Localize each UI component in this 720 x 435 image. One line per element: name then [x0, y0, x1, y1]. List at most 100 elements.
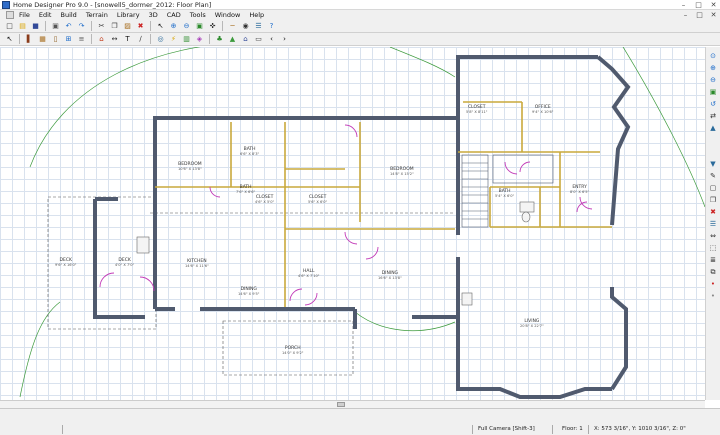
room-label-bath[interactable]: BATH 5'4" X 6'0" [495, 189, 514, 199]
room-label-closet[interactable]: CLOSET 5'6" X 6'0" [308, 195, 327, 205]
room-label-office[interactable]: OFFICE 9'4" X 10'6" [532, 105, 553, 115]
ruler-icon[interactable]: ─ [227, 21, 238, 31]
zoom-in-icon[interactable]: ⊕ [708, 63, 719, 73]
open-folder-icon[interactable]: ▤ [17, 21, 28, 31]
room-dimensions: 8'0" X 6'5" [570, 190, 590, 194]
menu-help[interactable]: Help [249, 11, 264, 19]
doc-maximize-button[interactable]: □ [695, 10, 704, 20]
menu-edit[interactable]: Edit [39, 11, 52, 19]
redo-icon[interactable]: ↷ [76, 21, 87, 31]
zoom-out-icon[interactable]: ⊖ [708, 75, 719, 85]
undo-icon[interactable]: ↶ [63, 21, 74, 31]
room-label-dining[interactable]: DINING 14'6" X 9'5" [238, 287, 259, 297]
cad-line-icon[interactable]: ∕ [135, 34, 146, 44]
menu-build[interactable]: Build [60, 11, 76, 19]
maximize-button[interactable]: □ [694, 0, 703, 10]
menu-tools[interactable]: Tools [190, 11, 206, 19]
plant-icon[interactable]: ♣ [214, 34, 225, 44]
transform-icon[interactable]: ⬚ [708, 243, 719, 253]
edit-icon[interactable]: ✎ [708, 171, 719, 181]
room-label-bedroom[interactable]: BEDROOM 10'6" X 13'8" [178, 162, 202, 172]
scroll-thumb[interactable] [337, 402, 345, 407]
room-label-bath[interactable]: BATH 7'6" X 6'6" [236, 185, 255, 195]
floor-down-icon[interactable]: ▼ [708, 159, 719, 169]
room-dimensions: 6'6" X 8'3" [240, 152, 260, 156]
minimize-button[interactable]: – [679, 0, 688, 10]
help-icon[interactable]: ? [266, 21, 277, 31]
select-objects-icon[interactable]: ↖ [155, 21, 166, 31]
terrain-icon[interactable]: ▲ [227, 34, 238, 44]
menu-library[interactable]: Library [117, 11, 140, 19]
point-icon[interactable]: • [708, 279, 719, 289]
door-icon[interactable]: ▯ [50, 34, 61, 44]
cabinet-icon[interactable]: ▦ [37, 34, 48, 44]
zoom-icon[interactable]: ⊙ [708, 51, 719, 61]
mirror-icon[interactable]: ⇔ [708, 231, 719, 241]
room-label-living[interactable]: LIVING 20'8" X 22'7" [520, 319, 544, 329]
delete-icon[interactable]: ✖ [135, 21, 146, 31]
library-icon[interactable]: ▥ [181, 34, 192, 44]
room-label-kitchen[interactable]: KITCHEN 14'6" X 11'6" [185, 259, 209, 269]
room-label-bath[interactable]: BATH 6'6" X 8'3" [240, 147, 259, 157]
wall-icon[interactable]: ▌ [24, 34, 35, 44]
doc-minimize-button[interactable]: – [681, 10, 690, 20]
new-file-icon[interactable]: □ [4, 21, 15, 31]
zoom-in-icon[interactable]: ⊕ [168, 21, 179, 31]
align-icon[interactable]: ≣ [708, 255, 719, 265]
stairs-icon[interactable]: ≡ [76, 34, 87, 44]
text-icon[interactable]: T [122, 34, 133, 44]
horizontal-scrollbar[interactable] [0, 400, 705, 408]
fixture-icon[interactable]: ◎ [155, 34, 166, 44]
fill-window-icon[interactable]: ▣ [708, 87, 719, 97]
toolbar-separator [91, 21, 92, 31]
next-button[interactable]: › [279, 34, 290, 44]
layer-icon[interactable]: ☰ [253, 21, 264, 31]
close-button[interactable]: ✕ [709, 0, 718, 10]
floor-plan-canvas[interactable]: BEDROOM 10'6" X 13'8" BATH 6'6" X 8'3" BATH 7… [0, 47, 705, 400]
home-icon[interactable]: ⌂ [240, 34, 251, 44]
select-icon[interactable]: ↖ [4, 34, 15, 44]
room-label-porch[interactable]: PORCH 14'0" X 9'2" [282, 346, 303, 356]
menu-cad[interactable]: CAD [167, 11, 181, 19]
document-icon[interactable] [6, 11, 14, 19]
open-object-icon[interactable]: ▢ [708, 183, 719, 193]
paste-icon[interactable]: ▨ [122, 21, 133, 31]
group-icon[interactable]: ⧉ [708, 267, 719, 277]
floor-up-icon[interactable]: ▲ [708, 123, 719, 133]
electrical-icon[interactable]: ⚡ [168, 34, 179, 44]
room-label-deck[interactable]: DECK 9'6" X 16'0" [55, 258, 76, 268]
pan-icon[interactable]: ✜ [207, 21, 218, 31]
doc-close-button[interactable]: ✕ [709, 10, 718, 20]
material-icon[interactable]: ◈ [194, 34, 205, 44]
delete-icon[interactable]: ✖ [708, 207, 719, 217]
layer-icon[interactable]: ☰ [708, 219, 719, 229]
roof-icon[interactable]: ⌂ [96, 34, 107, 44]
cut-icon[interactable]: ✂ [96, 21, 107, 31]
room-label-hall[interactable]: HALL 4'6" X 7'10" [298, 269, 319, 279]
print-icon[interactable]: ▣ [50, 21, 61, 31]
copy-icon[interactable]: ❐ [109, 21, 120, 31]
menu-file[interactable]: File [19, 11, 30, 19]
room-label-deck[interactable]: DECK 4'0" X 7'0" [115, 258, 134, 268]
room-label-closet[interactable]: CLOSET 5'8" X 8'11" [466, 105, 487, 115]
room-label-entry[interactable]: ENTRY 8'0" X 6'5" [570, 185, 589, 195]
window-icon[interactable]: ⊞ [63, 34, 74, 44]
undo-zoom-icon[interactable]: ↺ [708, 99, 719, 109]
room-label-bedroom[interactable]: BEDROOM 14'8" X 15'2" [390, 167, 414, 177]
dimension-icon[interactable]: ↔ [109, 34, 120, 44]
menu-window[interactable]: Window [215, 11, 241, 19]
room-label-dining[interactable]: DINING 16'6" X 13'8" [378, 271, 402, 281]
fill-window-icon[interactable]: ▣ [194, 21, 205, 31]
copy-icon[interactable]: ❐ [708, 195, 719, 205]
room-label-closet[interactable]: CLOSET 4'6" X 5'0" [255, 195, 274, 205]
save-icon[interactable]: ■ [30, 21, 41, 31]
menu-terrain[interactable]: Terrain [86, 11, 108, 19]
spacer-icon[interactable]: • [708, 291, 719, 301]
room-dimensions: 14'6" X 9'5" [238, 292, 260, 296]
camera-icon[interactable]: ◉ [240, 21, 251, 31]
swap-view-icon[interactable]: ⇄ [708, 111, 719, 121]
zoom-out-icon[interactable]: ⊖ [181, 21, 192, 31]
menu-3d[interactable]: 3D [149, 11, 158, 19]
view-icon[interactable]: ▭ [253, 34, 264, 44]
previous-button[interactable]: ‹ [266, 34, 277, 44]
